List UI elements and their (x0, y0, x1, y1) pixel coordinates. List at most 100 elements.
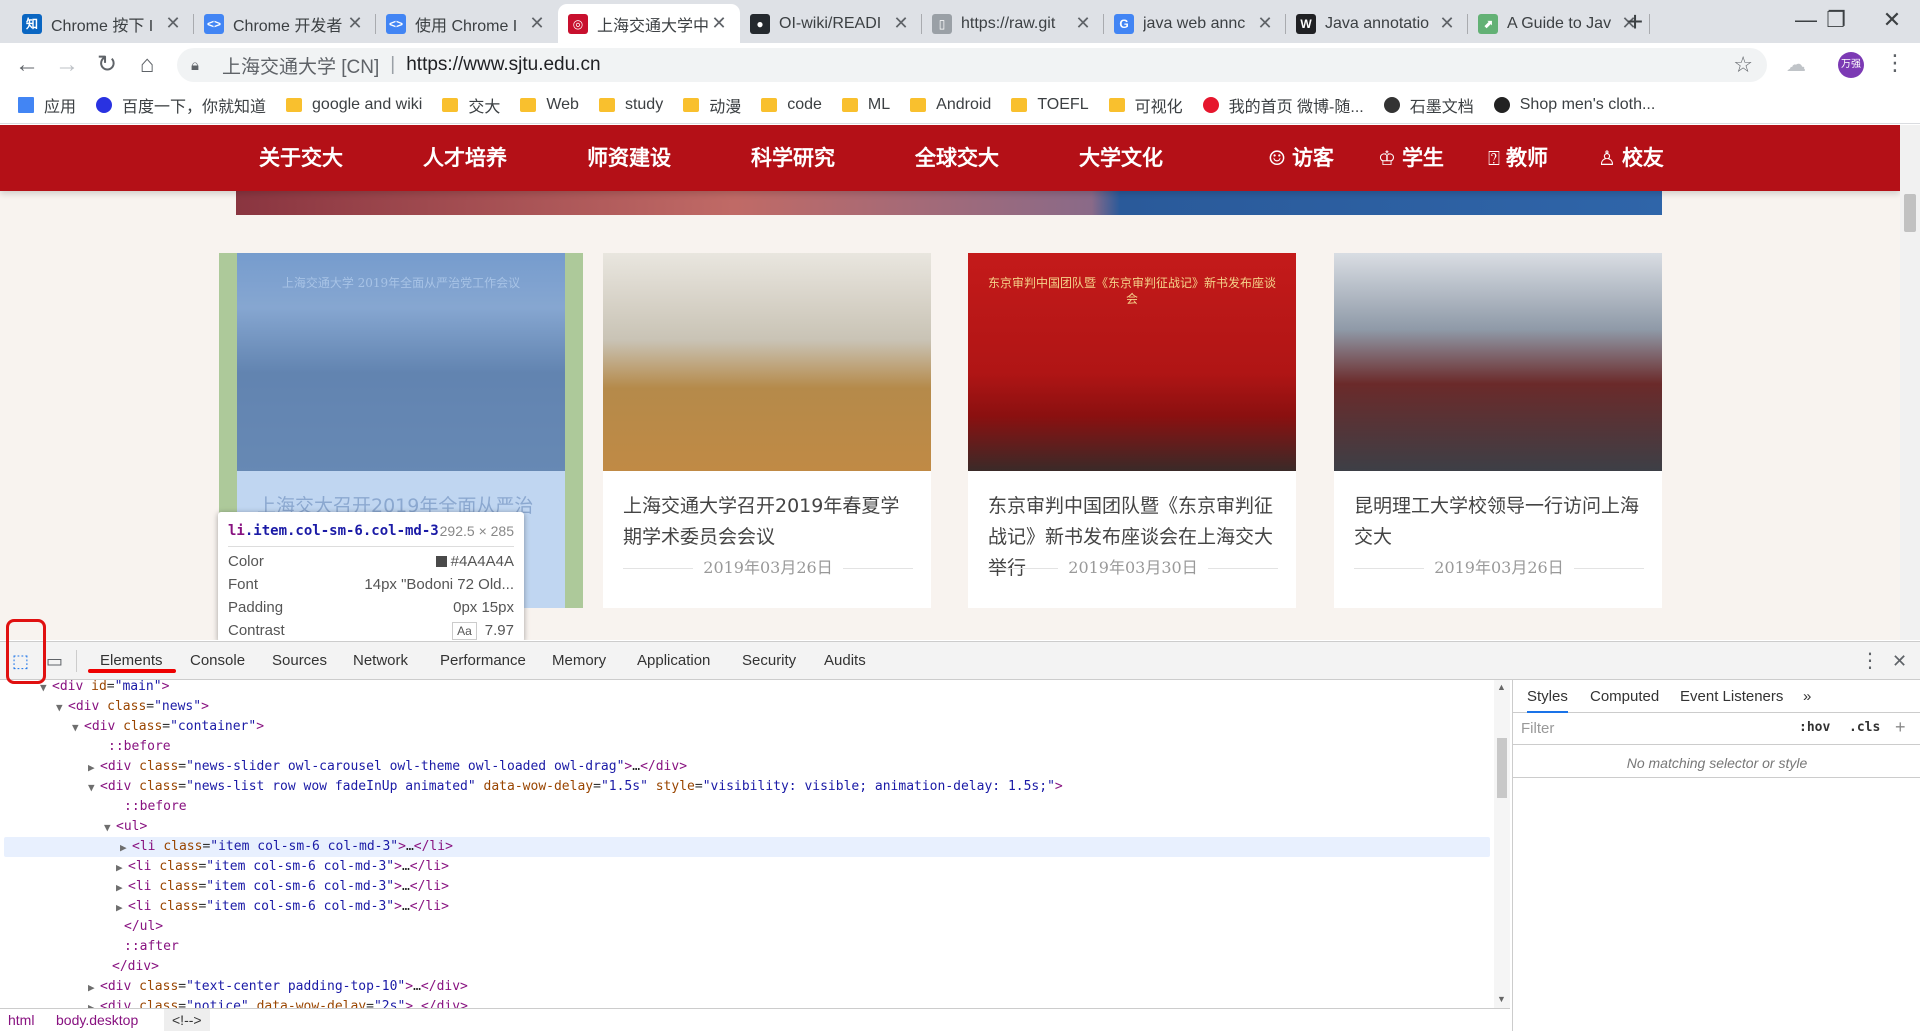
expand-toggle-icon[interactable]: ▶ (116, 858, 123, 878)
bookmark-item[interactable]: Shop men's cloth... (1493, 91, 1655, 119)
expand-toggle-icon[interactable]: ▶ (88, 758, 95, 778)
devtools-menu-icon[interactable]: ⋮ (1860, 642, 1880, 680)
breadcrumb-item[interactable]: body.desktop (56, 1009, 138, 1031)
browser-tab[interactable]: ▯ https://raw.git ✕ (922, 4, 1104, 43)
devtools-tab-security[interactable]: Security (742, 642, 796, 680)
expand-toggle-icon[interactable]: ▼ (40, 680, 47, 698)
styles-tab[interactable]: Event Listeners (1680, 680, 1783, 713)
extension-icon[interactable]: ☁ (1783, 52, 1809, 78)
styles-tab[interactable]: Styles (1527, 680, 1568, 713)
device-toolbar-icon[interactable]: ▭ (46, 651, 66, 671)
news-photo[interactable] (1334, 253, 1662, 471)
news-photo[interactable]: 东京审判中国团队暨《东京审判征战记》新书发布座谈会 (968, 253, 1296, 471)
expand-toggle-icon[interactable]: ▼ (104, 818, 111, 838)
nav-audience-item[interactable]: ☺ 访客 (1268, 125, 1334, 191)
dom-node-line[interactable]: ▼ <div class="news-list row wow fadeInUp … (0, 777, 1490, 797)
dom-node-line[interactable]: ▼ <div id="main"> (0, 680, 1490, 697)
elements-scrollbar-thumb[interactable] (1497, 738, 1507, 798)
bookmark-item[interactable]: Web (520, 91, 579, 119)
expand-toggle-icon[interactable]: ▶ (88, 978, 95, 998)
news-caption[interactable]: 昆明理工大学校领导一行访问上海交大 (1354, 491, 1644, 553)
browser-tab[interactable]: Gjava web annc ✕ (1104, 4, 1286, 43)
close-tab-icon[interactable]: ✕ (1072, 13, 1094, 34)
news-card[interactable]: 上海交通大学召开2019年春夏学期学术委员会会议 2019年03月26日 (603, 253, 931, 608)
page-scrollbar[interactable] (1900, 125, 1920, 640)
breadcrumb-item[interactable]: html (8, 1009, 34, 1031)
dom-node-line[interactable]: ::before (0, 797, 1490, 817)
nav-item[interactable]: 全球交大 (915, 125, 999, 191)
news-caption[interactable]: 上海交通大学召开2019年春夏学期学术委员会会议 (623, 491, 913, 553)
forward-button[interactable]: → (50, 48, 84, 82)
maximize-button[interactable]: ❐ (1806, 0, 1866, 40)
browser-tab[interactable]: W Java annotatio ✕ (1286, 4, 1468, 43)
expand-toggle-icon[interactable]: ▶ (116, 898, 123, 918)
url-text[interactable]: https://www.sjtu.edu.cn (406, 54, 600, 76)
close-tab-icon[interactable]: ✕ (708, 13, 730, 34)
close-tab-icon[interactable]: ✕ (344, 13, 366, 34)
elements-tree[interactable]: ▼ <div id="main"> ▼ <div class="news"> ▼ <div… (0, 680, 1510, 1008)
dom-node-line[interactable]: ▶ <li class="item col-sm-6 col-md-3">…</l… (0, 877, 1490, 897)
browser-tab[interactable]: <> 使用 Chrome I ✕ (376, 4, 558, 43)
bookmark-item[interactable]: 可视化 (1108, 91, 1183, 119)
new-style-rule-icon[interactable]: + (1895, 717, 1906, 738)
styles-tab[interactable]: » (1803, 680, 1811, 713)
dom-node-line[interactable]: ▶ <li class="item col-sm-6 col-md-3">…</l… (4, 837, 1490, 857)
news-card[interactable]: 东京审判中国团队暨《东京审判征战记》新书发布座谈会 东京审判中国团队暨《东京审判征… (968, 253, 1296, 608)
dom-node-line[interactable]: </div> (0, 957, 1490, 977)
devtools-tab-performance[interactable]: Performance (440, 642, 526, 680)
dom-node-line[interactable]: ▶ <li class="item col-sm-6 col-md-3">…</l… (0, 897, 1490, 917)
expand-toggle-icon[interactable]: ▼ (72, 718, 79, 738)
close-tab-icon[interactable]: ✕ (162, 13, 184, 34)
hov-toggle[interactable]: :hov (1799, 720, 1830, 735)
bookmark-item[interactable]: 我的首页 微博-随... (1202, 91, 1364, 119)
expand-toggle-icon[interactable]: ▼ (88, 778, 95, 798)
dom-node-line[interactable]: ::after (0, 937, 1490, 957)
dom-node-line[interactable]: </ul> (0, 917, 1490, 937)
browser-tab[interactable]: 知 Chrome 按下 I ✕ (12, 4, 194, 43)
expand-toggle-icon[interactable]: ▼ (56, 698, 63, 718)
styles-tab[interactable]: Computed (1590, 680, 1659, 713)
close-tab-icon[interactable]: ✕ (890, 13, 912, 34)
bookmark-item[interactable]: ML (841, 91, 890, 119)
nav-item[interactable]: 大学文化 (1079, 125, 1163, 191)
news-photo[interactable] (603, 253, 931, 471)
breadcrumb-item[interactable]: <!--> (164, 1009, 210, 1031)
bookmark-item[interactable]: 交大 (442, 91, 500, 119)
bookmark-item[interactable]: 应用 (18, 91, 76, 119)
close-tab-icon[interactable]: ✕ (526, 13, 548, 34)
devtools-tab-sources[interactable]: Sources (272, 642, 327, 680)
close-window-button[interactable]: ✕ (1862, 0, 1920, 40)
nav-audience-item[interactable]: ♔ 学生 (1378, 125, 1444, 191)
devtools-tab-application[interactable]: Application (637, 642, 710, 680)
nav-item[interactable]: 师资建设 (587, 125, 671, 191)
close-tab-icon[interactable]: ✕ (1254, 13, 1276, 34)
expand-toggle-icon[interactable]: ▶ (88, 998, 95, 1008)
dom-node-line[interactable]: ▶ <div class="notice" data-wow-delay="2s"… (0, 997, 1490, 1008)
dom-node-line[interactable]: ▶ <div class="text-center padding-top-10"… (0, 977, 1490, 997)
reload-button[interactable]: ↻ (90, 48, 124, 82)
expand-toggle-icon[interactable]: ▶ (116, 878, 123, 898)
nav-audience-item[interactable]: ⍰ 教师 (1488, 125, 1548, 191)
dom-node-line[interactable]: ::before (0, 737, 1490, 757)
bookmark-item[interactable]: google and wiki (286, 91, 422, 119)
nav-item[interactable]: 关于交大 (259, 125, 343, 191)
bookmark-item[interactable]: 石墨文档 (1383, 91, 1474, 119)
bookmark-item[interactable]: study (598, 91, 663, 119)
close-tab-icon[interactable]: ✕ (1436, 13, 1458, 34)
nav-item[interactable]: 人才培养 (423, 125, 507, 191)
bookmark-item[interactable]: 百度一下，你就知道 (96, 91, 266, 119)
new-tab-button[interactable]: + (1618, 6, 1652, 40)
browser-tab[interactable]: ◎ 上海交通大学中 ✕ (558, 4, 740, 43)
dom-node-line[interactable]: ▶ <li class="item col-sm-6 col-md-3">…</l… (0, 857, 1490, 877)
dom-node-line[interactable]: ▼ <ul> (0, 817, 1490, 837)
scroll-up-icon[interactable]: ▲ (1497, 682, 1506, 692)
nav-item[interactable]: 科学研究 (751, 125, 835, 191)
devtools-tab-memory[interactable]: Memory (552, 642, 606, 680)
browser-tab[interactable]: <> Chrome 开发者 ✕ (194, 4, 376, 43)
scroll-down-icon[interactable]: ▼ (1497, 994, 1506, 1004)
dom-node-line[interactable]: ▶ <div class="news-slider owl-carousel ow… (0, 757, 1490, 777)
page-scrollbar-thumb[interactable] (1904, 194, 1916, 232)
devtools-tab-elements[interactable]: Elements (100, 642, 163, 680)
dom-node-line[interactable]: ▼ <div class="news"> (0, 697, 1490, 717)
profile-avatar[interactable]: 万强 (1838, 52, 1864, 78)
